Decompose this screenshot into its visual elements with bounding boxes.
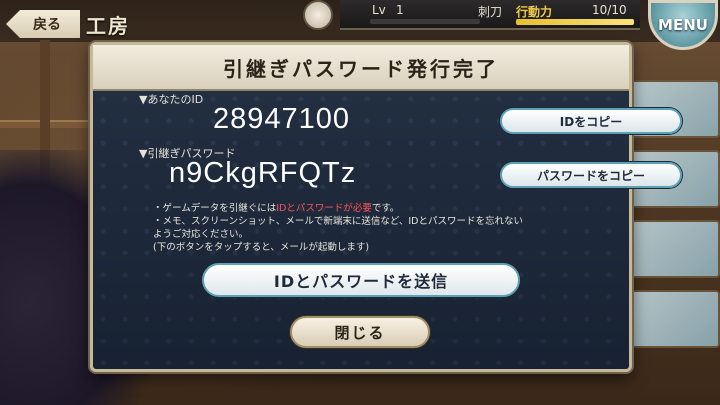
close-button-label: 閉じる [334,323,386,342]
action-points-gauge [516,19,634,25]
dialog-title: 引継ぎパスワード発行完了 [223,56,499,81]
copy-id-button[interactable]: IDをコピー [500,108,682,134]
menu-button-label: MENU [658,16,708,34]
id-value: 28947100 [213,103,351,135]
background-card [625,220,720,278]
password-value: n9CkgRFQTz [169,157,357,189]
copy-password-button[interactable]: パスワードをコピー [500,162,682,188]
copy-password-button-label: パスワードをコピー [536,168,645,183]
action-points-label: 行動力 [516,5,553,19]
notice-line-1: ・ゲームデータを引継ぐにはIDとパスワードが必要です。 [153,203,399,215]
unit-name: 刺刀 [478,5,503,19]
page-title: 工房 [86,14,130,38]
send-id-password-button[interactable]: IDとパスワードを送信 [202,263,520,297]
id-label: ▼あなたのID [139,93,204,106]
back-button-label: 戻る [33,17,61,33]
level-value: 1 [396,3,404,17]
notice-line-3: ようご対応ください。 [153,229,249,240]
background-card [625,290,720,348]
notice-text: です。 [371,203,400,214]
close-button[interactable]: 閉じる [290,316,430,348]
crest-icon [303,0,333,30]
copy-id-button-label: IDをコピー [559,114,623,129]
notice-text: ・ゲームデータを引継ぐには [153,203,277,214]
action-points-gauge-fill [516,19,634,25]
back-button[interactable]: 戻る [6,10,80,38]
send-button-label: IDとパスワードを送信 [273,272,449,291]
notice-highlight: IDとパスワードが必要 [276,203,372,214]
notice-line-4: (下のボタンをタップすると、メールが起動します) [153,242,370,253]
action-points-value: 10/10 [592,3,627,17]
dialog-header: 引継ぎパスワード発行完了 [93,45,629,91]
level-label: Lv [372,3,386,17]
exp-gauge [370,19,480,24]
notice-line-2: ・メモ、スクリーンショット、メールで新端末に送信など、IDとパスワードを忘れない [153,216,523,227]
